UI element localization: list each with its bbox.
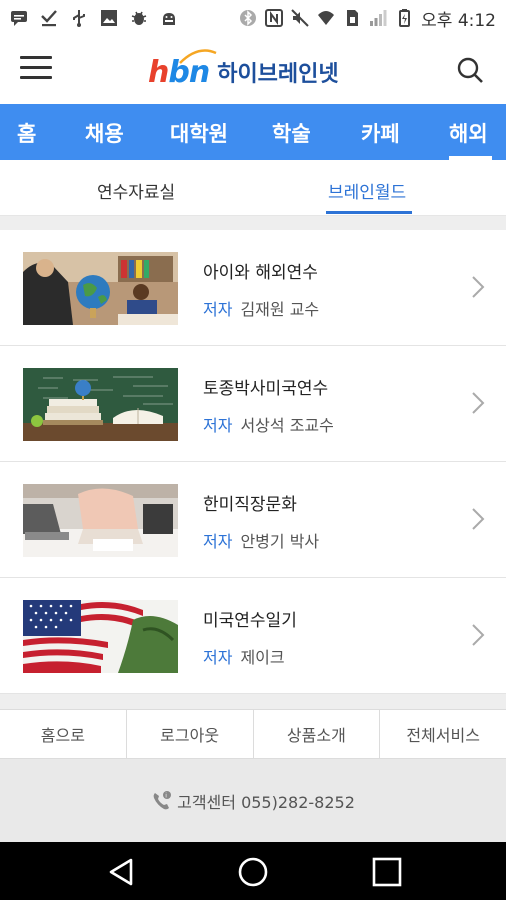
author-name: 제이크	[240, 648, 285, 667]
logo-mark: hbn	[148, 48, 217, 90]
author-label: 저자	[203, 648, 233, 667]
sub-tab-brainworld[interactable]: 브레인월드	[328, 178, 406, 203]
article-list-item[interactable]: 아이와 해외연수 저자 김재원 교수	[0, 230, 506, 346]
hamburger-menu-icon[interactable]	[20, 56, 52, 82]
article-meta: 저자 서상석 조교수	[203, 412, 334, 436]
wifi-icon	[317, 9, 335, 27]
image-icon	[100, 9, 118, 27]
status-time: 오후 4:12	[421, 10, 496, 31]
phone-icon: i	[151, 790, 173, 812]
chevron-right-icon	[472, 624, 485, 646]
back-icon[interactable]	[105, 856, 137, 888]
author-name: 김재원 교수	[240, 300, 320, 319]
category-tab-jobs[interactable]: 채용	[85, 118, 124, 148]
article-title: 한미직장문화	[203, 495, 297, 515]
section-divider	[0, 216, 506, 230]
author-name: 안병기 박사	[240, 532, 320, 551]
customer-center-text: 고객센터 055)282-8252	[177, 792, 355, 812]
chevron-right-icon	[472, 508, 485, 530]
article-meta: 저자 김재원 교수	[203, 296, 319, 320]
nfc-icon	[265, 9, 284, 27]
article-thumbnail	[23, 252, 178, 325]
article-meta: 저자 제이크	[203, 644, 285, 668]
logo-text: 하이브레인넷	[217, 62, 339, 87]
chevron-right-icon	[472, 392, 485, 414]
category-tab-cafe[interactable]: 카페	[361, 118, 400, 148]
category-tab-graduate[interactable]: 대학원	[170, 118, 228, 148]
footer-link-products[interactable]: 상품소개	[254, 710, 381, 758]
article-meta: 저자 안병기 박사	[203, 528, 319, 552]
signal-icon	[369, 9, 387, 27]
app-header: hbn 하이브레인넷	[0, 36, 506, 104]
footer-links: 홈으로 로그아웃 상품소개 전체서비스	[0, 709, 506, 759]
active-sub-tab-indicator	[326, 211, 412, 214]
article-thumbnail	[23, 368, 178, 441]
category-nav: 홈 채용 대학원 학술 카페 해외	[0, 104, 506, 160]
category-tab-overseas[interactable]: 해외	[449, 118, 488, 148]
article-title: 아이와 해외연수	[203, 263, 318, 283]
bug-icon	[130, 9, 148, 27]
category-tab-academic[interactable]: 학술	[272, 118, 311, 148]
status-bar: 오후 4:12	[0, 0, 506, 36]
sub-tab-training-materials[interactable]: 연수자료실	[97, 178, 175, 203]
author-label: 저자	[203, 416, 233, 435]
download-done-icon	[40, 9, 58, 27]
bluetooth-icon	[239, 9, 257, 27]
article-list-item[interactable]: 미국연수일기 저자 제이크	[0, 578, 506, 694]
system-nav-bar	[0, 842, 506, 900]
article-list-item[interactable]: 토종박사미국연수 저자 서상석 조교수	[0, 346, 506, 462]
section-divider	[0, 694, 506, 709]
author-label: 저자	[203, 532, 233, 551]
battery-icon	[395, 9, 413, 27]
article-thumbnail	[23, 484, 178, 557]
customer-center-link[interactable]: i 고객센터 055)282-8252	[151, 789, 355, 813]
footer-link-home[interactable]: 홈으로	[0, 710, 127, 758]
article-list-item[interactable]: 한미직장문화 저자 안병기 박사	[0, 462, 506, 578]
sub-tabs: 연수자료실 브레인월드	[0, 160, 506, 216]
article-title: 미국연수일기	[203, 611, 297, 631]
status-system-icons: 오후 4:12	[239, 6, 496, 31]
usb-icon	[70, 9, 88, 27]
search-icon[interactable]	[456, 56, 484, 84]
category-tab-home[interactable]: 홈	[17, 118, 36, 148]
chevron-right-icon	[472, 276, 485, 298]
footer-info: i 고객센터 055)282-8252	[0, 759, 506, 842]
footer-link-logout[interactable]: 로그아웃	[127, 710, 254, 758]
recents-icon[interactable]	[371, 856, 403, 888]
author-label: 저자	[203, 300, 233, 319]
article-title: 토종박사미국연수	[203, 379, 329, 399]
home-icon[interactable]	[237, 856, 269, 888]
android-debug-icon	[160, 9, 178, 27]
mute-icon	[291, 9, 309, 27]
sim-icon	[343, 9, 361, 27]
status-notification-icons	[10, 9, 178, 27]
message-icon	[10, 9, 28, 27]
author-name: 서상석 조교수	[240, 416, 334, 435]
site-logo[interactable]: hbn 하이브레인넷	[148, 48, 339, 94]
article-thumbnail	[23, 600, 178, 673]
footer-link-all-services[interactable]: 전체서비스	[380, 710, 506, 758]
